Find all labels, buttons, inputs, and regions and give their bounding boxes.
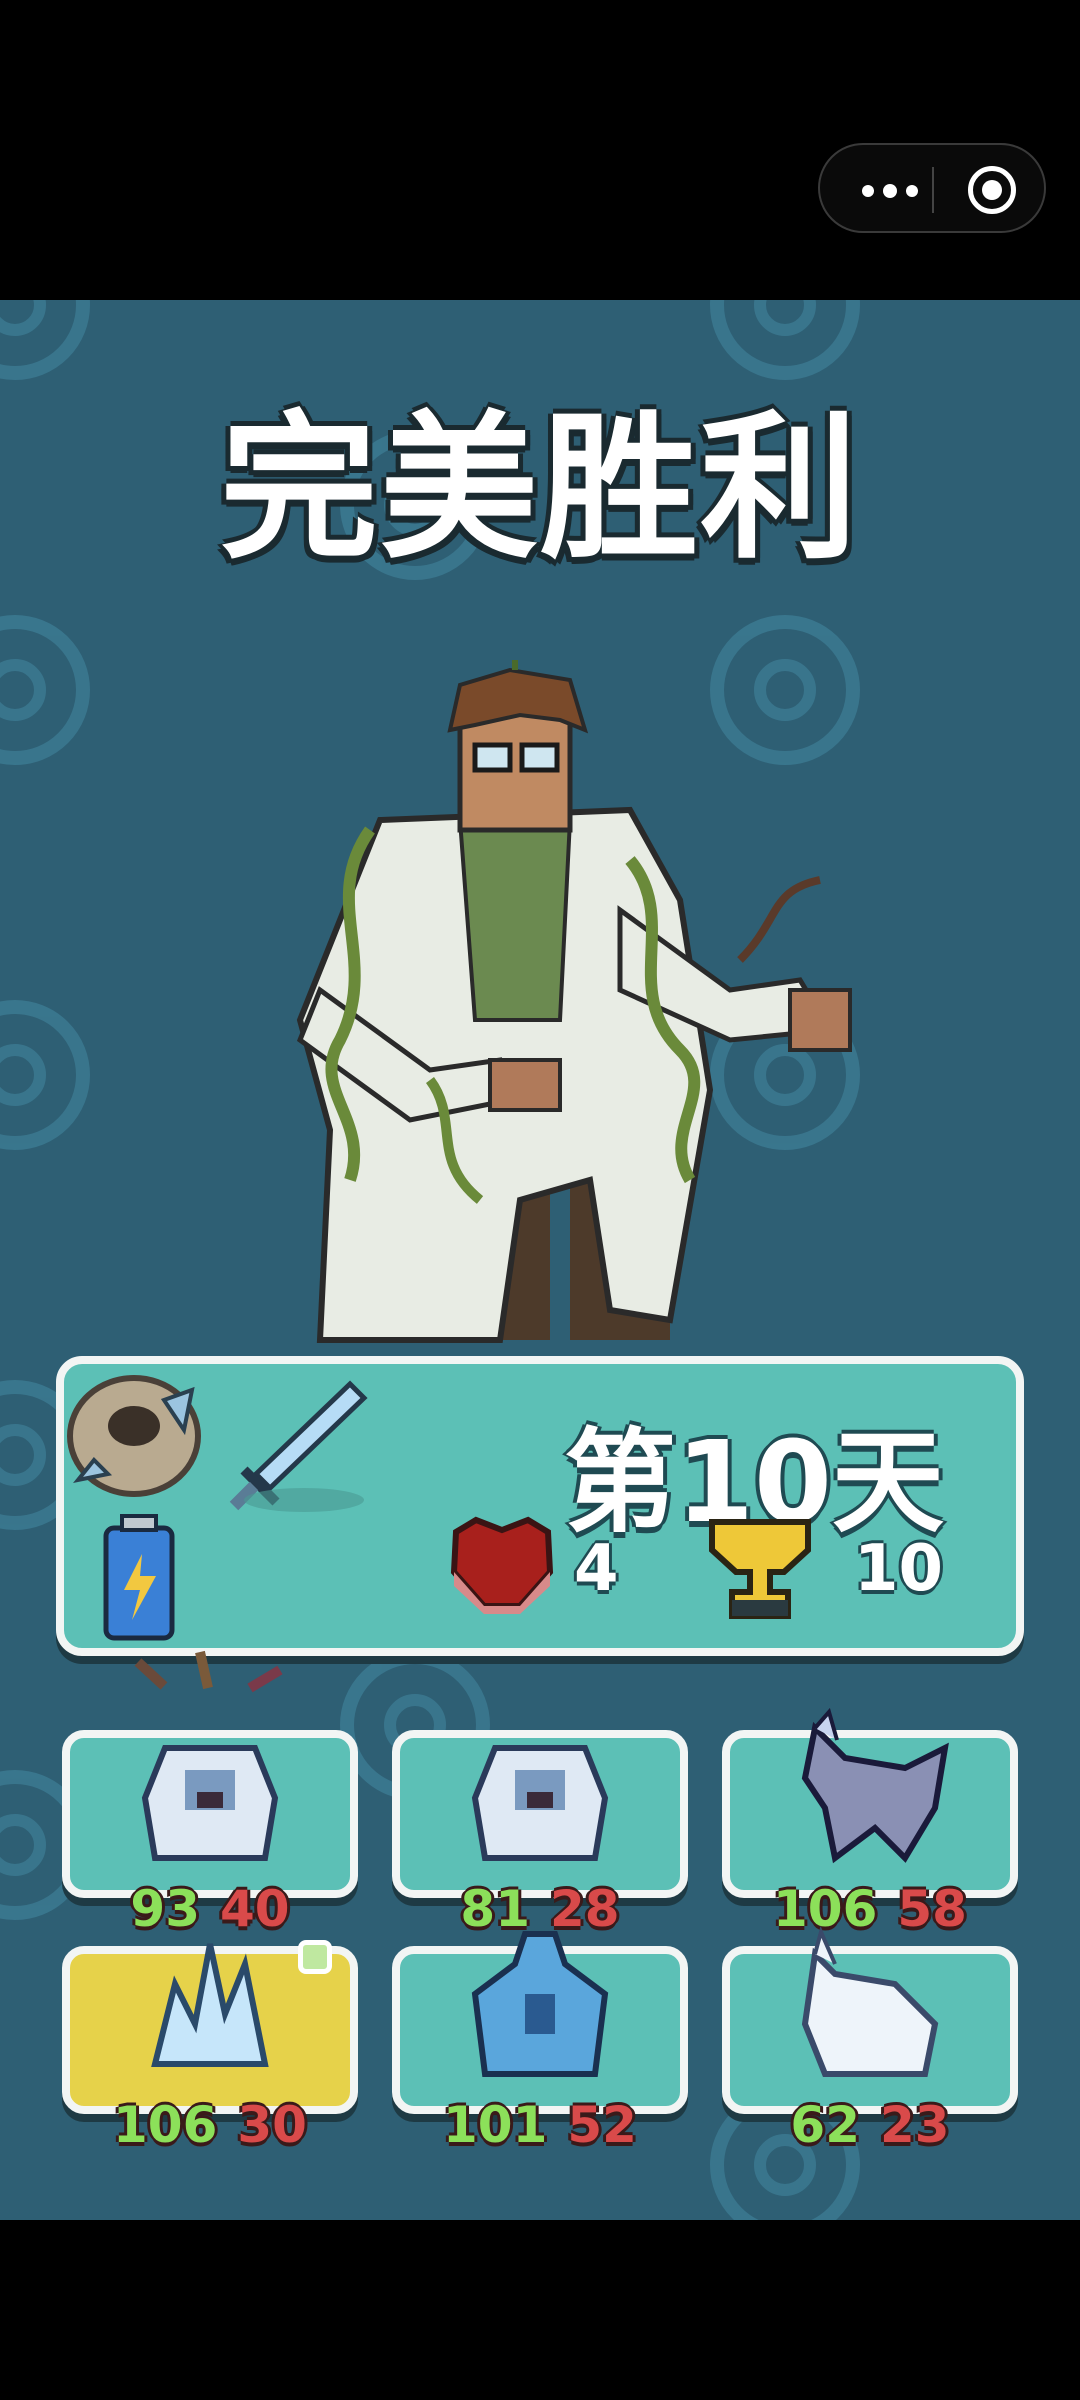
run-status-panel: 第10天 4 10 — [56, 1356, 1024, 1656]
ice-sword-item-icon[interactable] — [224, 1378, 374, 1518]
yeti-sprite — [471, 1745, 609, 1861]
gear-pattern-icon — [0, 615, 90, 765]
unit-card-yeti-1[interactable]: 93 40 — [62, 1730, 358, 1938]
snow-fox-sprite — [801, 1926, 939, 2077]
target-circle-icon[interactable] — [968, 166, 1016, 214]
lives-value: 4 — [574, 1532, 619, 1606]
unit-card-ice-wolf[interactable]: 106 58 — [722, 1708, 1018, 1938]
unit-health: 52 — [567, 2096, 637, 2154]
unit-attack: 62 — [790, 2096, 860, 2154]
gear-pattern-icon — [0, 1000, 90, 1150]
more-dots-icon[interactable] — [850, 171, 930, 211]
energy-battery-item-icon[interactable] — [100, 1514, 180, 1644]
rock-nest-item-icon[interactable] — [64, 1370, 204, 1500]
boss-scientist-sprite — [296, 660, 852, 1343]
trophy-icon — [709, 1519, 811, 1619]
bottom-bar — [0, 2220, 1080, 2400]
trophy-value: 10 — [854, 1532, 944, 1606]
unit-health: 30 — [237, 2096, 307, 2154]
unit-attack: 106 — [113, 2096, 218, 2154]
unit-attack: 101 — [443, 2096, 548, 2154]
unit-card-yeti-2[interactable]: 81 28 — [392, 1730, 688, 1938]
unit-card-snow-fox[interactable]: 62 23 — [722, 1926, 1018, 2154]
yeti-sprite — [141, 1745, 279, 1861]
ice-wolf-sprite — [801, 1708, 949, 1864]
ice-golem-sprite — [471, 1931, 609, 2077]
unit-card-ice-crystal[interactable]: 106 30 — [62, 1940, 358, 2154]
new-badge-icon — [298, 1940, 332, 1974]
ice-crystal-beast-sprite — [151, 1943, 269, 2067]
mini-program-capsule — [818, 143, 1046, 233]
victory-title: 完美胜利 — [220, 397, 860, 581]
unit-card-ice-golem[interactable]: 101 52 — [392, 1931, 688, 2154]
heart-icon — [450, 1516, 554, 1614]
unit-health: 23 — [880, 2096, 950, 2154]
capsule-divider — [932, 167, 934, 213]
status-bar — [0, 0, 1080, 300]
